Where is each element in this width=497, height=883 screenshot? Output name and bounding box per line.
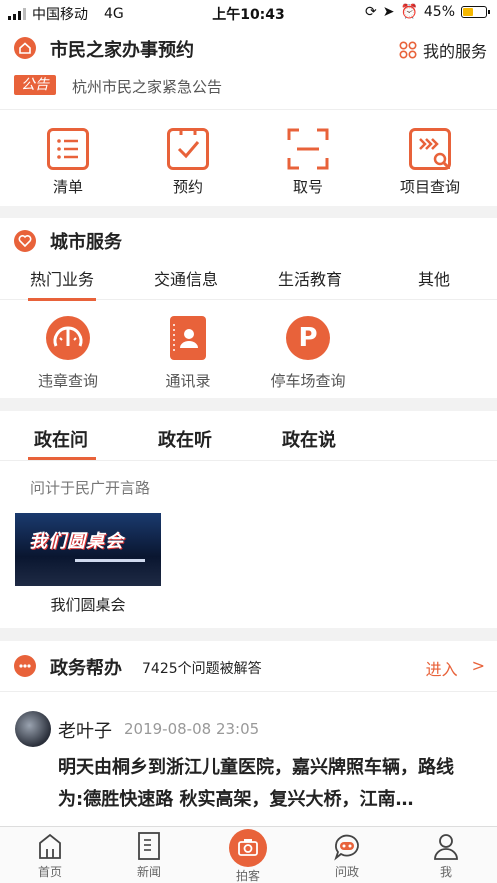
service-label: 停车场查询: [270, 372, 346, 390]
tab-other[interactable]: 其他: [372, 266, 496, 290]
service-label: 违章查询: [37, 372, 98, 390]
contacts-icon: [170, 316, 206, 360]
bottom-nav: 首页 新闻 拍客 问政 我: [0, 826, 497, 883]
battery-icon: [461, 6, 490, 18]
divider: [0, 691, 497, 692]
gov-subtitle: 问计于民广开言路: [30, 479, 151, 497]
service-parking[interactable]: P 停车场查询: [246, 316, 370, 391]
my-services-button[interactable]: 我的服务: [399, 38, 487, 62]
calendar-check-icon: [167, 128, 209, 170]
my-services-label: 我的服务: [422, 42, 487, 61]
section-title: 城市服务: [50, 232, 122, 253]
nav-label: 问政: [334, 865, 359, 879]
nav-camera[interactable]: 拍客: [218, 829, 278, 883]
quick-action-search[interactable]: 项目查询: [368, 128, 492, 197]
gov-card-image[interactable]: 我们圆桌会: [15, 513, 161, 586]
status-bar: 中国移动 4G 上午10:43 ⟳ ➤ ⏰ 45%: [0, 0, 497, 26]
grid-icon: [399, 41, 417, 59]
quick-action-label: 取号: [292, 178, 323, 196]
quick-action-appointment[interactable]: 预约: [126, 128, 250, 197]
heart-icon: [14, 230, 36, 252]
home-icon: [14, 37, 36, 59]
quick-action-ticket[interactable]: 取号: [246, 128, 370, 197]
tab-traffic[interactable]: 交通信息: [124, 266, 248, 290]
tab-gov-listen[interactable]: 政在听: [158, 426, 212, 452]
parking-icon: P: [286, 316, 330, 360]
service-contacts[interactable]: 通讯录: [126, 316, 250, 391]
tab-gov-ask[interactable]: 政在问: [34, 426, 88, 452]
tab-gov-say[interactable]: 政在说: [282, 426, 336, 452]
nav-me[interactable]: 我: [416, 831, 476, 880]
post-content[interactable]: 明天由桐乡到浙江儿童医院，嘉兴牌照车辆，路线为:德胜快速路 秋实高架，复兴大桥，…: [58, 752, 476, 816]
notice-link[interactable]: 杭州市民之家紧急公告: [72, 76, 222, 97]
quick-action-label: 预约: [172, 178, 203, 196]
gov-help-enter-link[interactable]: 进入 >: [426, 656, 485, 680]
gov-card-image-text: 我们圆桌会: [29, 531, 124, 552]
page-title: 市民之家办事预约: [50, 40, 194, 61]
avatar[interactable]: [15, 711, 51, 747]
nav-home[interactable]: 首页: [20, 831, 80, 880]
nav-label: 拍客: [235, 869, 260, 883]
nav-label: 新闻: [136, 865, 161, 879]
list-icon: [47, 128, 89, 170]
search-doc-icon: [409, 128, 451, 170]
alarm-icon: ⏰: [400, 4, 418, 20]
location-icon: ➤: [382, 4, 395, 20]
speedometer-icon: [46, 316, 90, 360]
notice-badge: 公告: [14, 75, 56, 95]
city-services-tabs: 热门业务 交通信息 生活教育 其他: [0, 264, 497, 300]
nav-label: 首页: [37, 865, 62, 879]
lock-rotation-icon: ⟳: [364, 4, 377, 20]
gov-help-count: 7425个问题被解答: [142, 661, 262, 677]
camera-icon: [229, 829, 267, 867]
quick-action-label: 清单: [52, 178, 83, 196]
quick-action-list[interactable]: 清单: [6, 128, 130, 197]
service-violation[interactable]: 违章查询: [6, 316, 130, 391]
gov-help-title: 政务帮办: [50, 658, 122, 679]
tab-hot[interactable]: 热门业务: [0, 266, 124, 290]
post-time: 2019-08-08 23:05: [124, 720, 260, 738]
divider: [0, 460, 497, 461]
nav-news[interactable]: 新闻: [119, 831, 179, 880]
eye-icon: [14, 655, 36, 677]
post-author[interactable]: 老叶子: [58, 717, 112, 743]
enter-label: 进入: [425, 660, 458, 679]
tab-underline: [28, 298, 96, 301]
chevron-right-icon: >: [471, 656, 485, 675]
quick-action-label: 项目查询: [399, 178, 460, 196]
home-icon: [37, 831, 63, 861]
scan-icon: [287, 128, 329, 170]
battery-percent: 45%: [423, 4, 455, 20]
nav-label: 我: [439, 865, 452, 879]
service-label: 通讯录: [165, 372, 211, 390]
user-icon: [433, 831, 459, 861]
divider: [0, 109, 497, 110]
chat-icon: [334, 831, 360, 861]
tab-life-education[interactable]: 生活教育: [248, 266, 372, 290]
nav-ask-gov[interactable]: 问政: [317, 831, 377, 880]
gov-card-label[interactable]: 我们圆桌会: [15, 594, 161, 615]
news-icon: [136, 831, 162, 861]
